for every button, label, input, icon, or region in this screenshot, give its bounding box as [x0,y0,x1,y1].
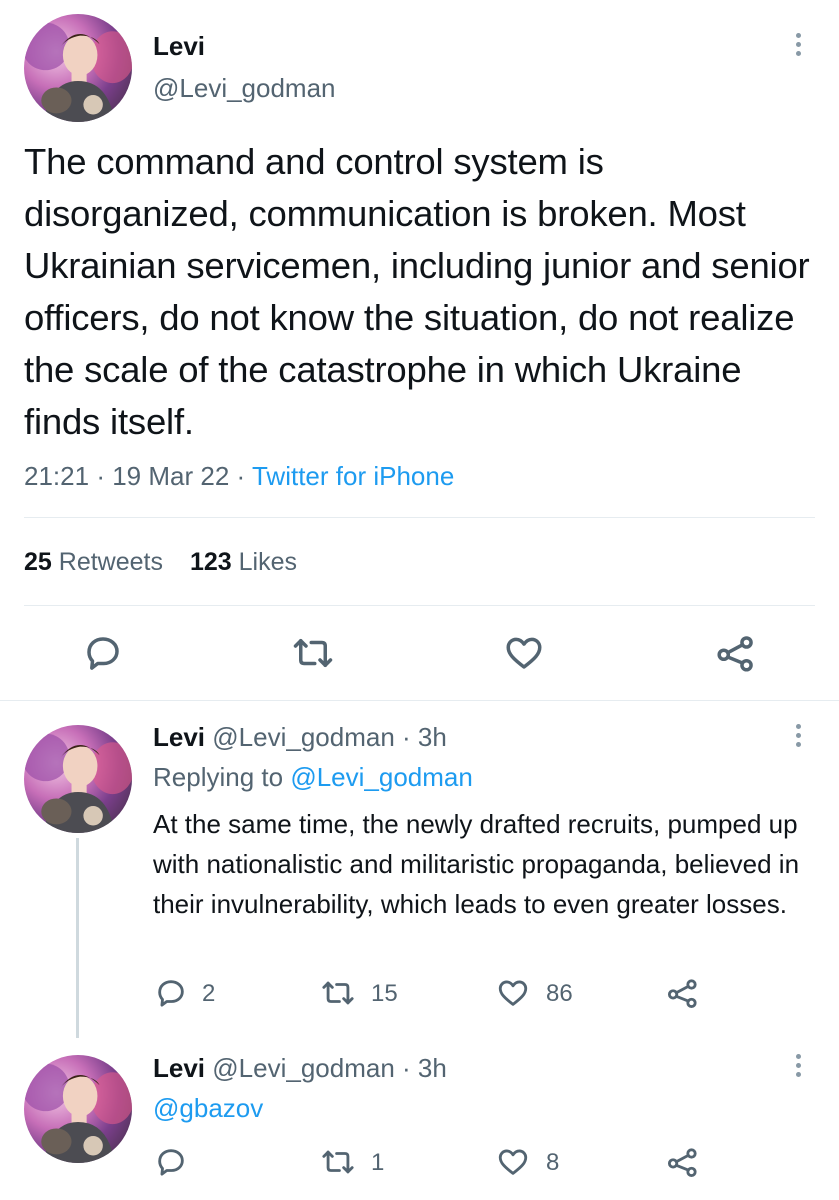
time-ago[interactable]: 3h [418,722,447,752]
retweets-stat[interactable]: 25 Retweets [24,548,170,576]
avatar[interactable] [24,725,132,833]
meta-separator: · [402,1053,411,1083]
likes-count: 123 [189,548,232,576]
more-options-icon[interactable] [795,1054,803,1081]
reply-count: 2 [202,980,216,1007]
reply-icon[interactable] [82,632,124,674]
author-handle[interactable]: @Levi_godman [153,73,336,104]
likes-stat[interactable]: 123 Likes [190,548,297,576]
reply-icon[interactable] [154,976,188,1010]
author-name[interactable]: Levi [153,1053,205,1083]
retweet-icon[interactable] [320,1145,356,1179]
retweets-label: Retweets [58,548,163,576]
likes-label: Likes [238,548,297,576]
reply-text: At the same time, the newly drafted recr… [153,809,800,919]
share-icon[interactable] [715,632,757,674]
time-ago[interactable]: 3h [418,1053,447,1083]
replying-label: Replying to [153,762,284,792]
retweets-count: 25 [24,548,52,576]
avatar[interactable] [24,1055,132,1163]
divider [0,700,839,701]
retweet-icon[interactable] [320,976,356,1010]
retweet-count: 1 [371,1149,385,1176]
share-icon[interactable] [666,1145,700,1179]
like-icon[interactable] [496,1145,530,1179]
author-name[interactable]: Levi [153,722,205,752]
more-options-icon[interactable] [795,724,803,751]
divider [24,605,815,606]
mention-link[interactable]: @gbazov [153,1093,263,1124]
avatar[interactable] [24,14,132,122]
author-handle[interactable]: @Levi_godman [212,1053,395,1083]
divider [24,517,815,518]
like-icon[interactable] [503,632,545,674]
retweet-count: 15 [371,980,398,1007]
retweet-icon[interactable] [291,632,335,674]
tweet-stats: 25 Retweets 123 Likes [24,548,297,577]
reply-icon[interactable] [154,1145,188,1179]
tweet-date[interactable]: 19 Mar 22 [112,461,229,491]
more-options-icon[interactable] [795,33,803,60]
like-icon[interactable] [496,976,530,1010]
tweet-time[interactable]: 21:21 [24,461,89,491]
replying-to: Replying to @Levi_godman [153,762,473,793]
meta-separator: · [402,722,411,752]
share-icon[interactable] [666,976,700,1010]
tweet-source[interactable]: Twitter for iPhone [252,461,454,491]
reply-header: Levi @Levi_godman · 3h [153,1053,447,1084]
like-count: 86 [546,980,573,1007]
author-name[interactable]: Levi [153,31,205,62]
like-count: 8 [546,1149,560,1176]
tweet-text: The command and control system is disorg… [24,141,810,442]
author-handle[interactable]: @Levi_godman [212,722,395,752]
thread-line [76,838,79,1038]
meta-separator: · [236,461,246,491]
tweet-meta: 21:21 · 19 Mar 22 · Twitter for iPhone [24,461,454,492]
reply-header: Levi @Levi_godman · 3h [153,722,447,753]
meta-separator: · [96,461,105,491]
replying-handle[interactable]: @Levi_godman [290,762,473,792]
